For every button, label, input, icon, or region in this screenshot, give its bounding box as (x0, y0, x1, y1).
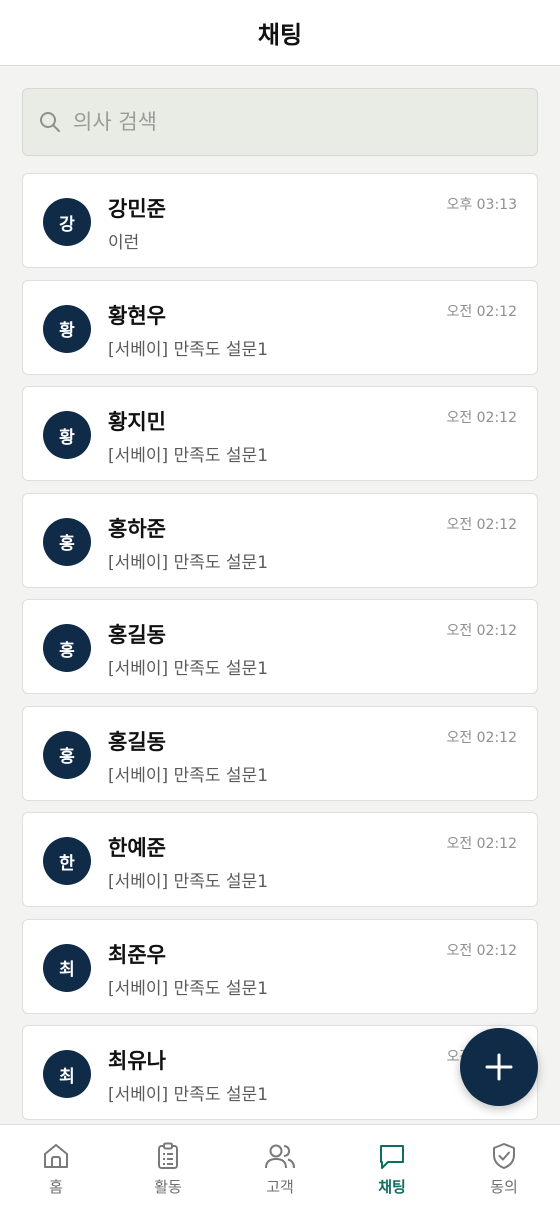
nav-item-consent[interactable]: 동의 (448, 1125, 560, 1218)
chat-time: 오전 02:12 (446, 516, 517, 533)
chat-name: 한예준 (108, 836, 166, 860)
chat-preview: [서베이] 만족도 설문1 (108, 765, 269, 786)
chat-preview: [서베이] 만족도 설문1 (108, 659, 269, 679)
avatar: 황 (43, 304, 91, 353)
clipboard-icon (158, 1142, 178, 1169)
nav-item-customers[interactable]: 고객 (224, 1125, 336, 1218)
nav-label-customers: 고객 (266, 1178, 294, 1196)
page-title: 채팅 (257, 21, 303, 49)
chat-preview: [서베이] 만족도 설문1 (108, 1085, 269, 1105)
app-header: 채팅 (0, 0, 560, 66)
nav-label-home: 홈 (49, 1178, 63, 1196)
chat-name: 홍길동 (108, 623, 166, 647)
search-bar[interactable] (22, 88, 538, 156)
chat-list-item[interactable]: 황 황현우 [서베이] 만족도 설문1 오전 02:12 (22, 279, 538, 375)
chat-name: 황지민 (108, 410, 166, 434)
nav-label-chat: 채팅 (378, 1178, 406, 1196)
chat-list-item[interactable]: 한 한예준 [서베이] 만족도 설문1 오전 02:12 (22, 812, 538, 907)
shield-check-icon (493, 1143, 515, 1169)
chat-preview: [서베이] 만족도 설문1 (108, 872, 269, 892)
avatar: 홍 (43, 517, 91, 566)
avatar: 홍 (43, 624, 91, 672)
avatar: 홍 (43, 730, 91, 779)
search-input[interactable] (73, 110, 493, 134)
nav-item-home[interactable]: 홈 (0, 1125, 112, 1218)
chat-time: 오전 02:12 (446, 836, 517, 852)
avatar: 최 (43, 943, 91, 992)
chat-list-item[interactable]: 최 최준우 [서베이] 만족도 설문1 오전 02:12 (22, 918, 538, 1014)
chat-name: 홍하준 (108, 516, 166, 541)
nav-label-activity: 활동 (154, 1178, 182, 1196)
chat-time: 오전 02:12 (446, 942, 517, 959)
chat-name: 최유나 (108, 1049, 166, 1073)
chat-list-item[interactable]: 홍 홍길동 [서베이] 만족도 설문1 오전 02:12 (22, 599, 538, 694)
nav-item-chat[interactable]: 채팅 (336, 1125, 448, 1218)
chat-list-item[interactable]: 홍 홍하준 [서베이] 만족도 설문1 오전 02:12 (22, 492, 538, 588)
chat-preview: 이런 (108, 233, 140, 253)
chat-name: 강민준 (108, 197, 166, 221)
chat-time: 오전 02:12 (446, 410, 517, 426)
chat-time: 오전 02:12 (446, 623, 517, 639)
avatar: 강 (43, 198, 91, 246)
avatar: 한 (43, 837, 91, 885)
users-icon (265, 1144, 295, 1169)
chat-list-item[interactable]: 황 황지민 [서베이] 만족도 설문1 오전 02:12 (22, 386, 538, 481)
chat-list-item[interactable]: 홍 홍길동 [서베이] 만족도 설문1 오전 02:12 (22, 705, 538, 801)
avatar: 최 (43, 1050, 91, 1098)
chat-time: 오전 02:12 (446, 303, 517, 320)
plus-icon (485, 1053, 513, 1081)
chat-preview: [서베이] 만족도 설문1 (108, 552, 269, 573)
chat-preview: [서베이] 만족도 설문1 (108, 446, 269, 466)
chat-list-item[interactable]: 강 강민준 이런 오후 03:13 (22, 173, 538, 268)
nav-label-consent: 동의 (490, 1178, 518, 1196)
home-icon (44, 1144, 68, 1168)
chat-time: 오후 03:13 (446, 197, 517, 213)
search-icon (40, 112, 60, 132)
chat-name: 황현우 (108, 303, 166, 328)
chat-icon (380, 1145, 404, 1169)
chat-name: 최준우 (108, 942, 166, 967)
bottom-navigation: 홈 활동 고객 채팅 동의 (0, 1124, 560, 1218)
nav-item-activity[interactable]: 활동 (112, 1125, 224, 1218)
chat-list: 강 강민준 이런 오후 03:13 황 황현우 [서베이] 만족도 설문1 오전… (22, 173, 538, 1132)
chat-preview: [서베이] 만족도 설문1 (108, 978, 269, 999)
new-chat-button[interactable] (460, 1028, 538, 1106)
chat-time: 오전 02:12 (446, 729, 517, 746)
avatar: 황 (43, 411, 91, 459)
chat-name: 홍길동 (108, 729, 166, 754)
chat-preview: [서베이] 만족도 설문1 (108, 339, 269, 360)
